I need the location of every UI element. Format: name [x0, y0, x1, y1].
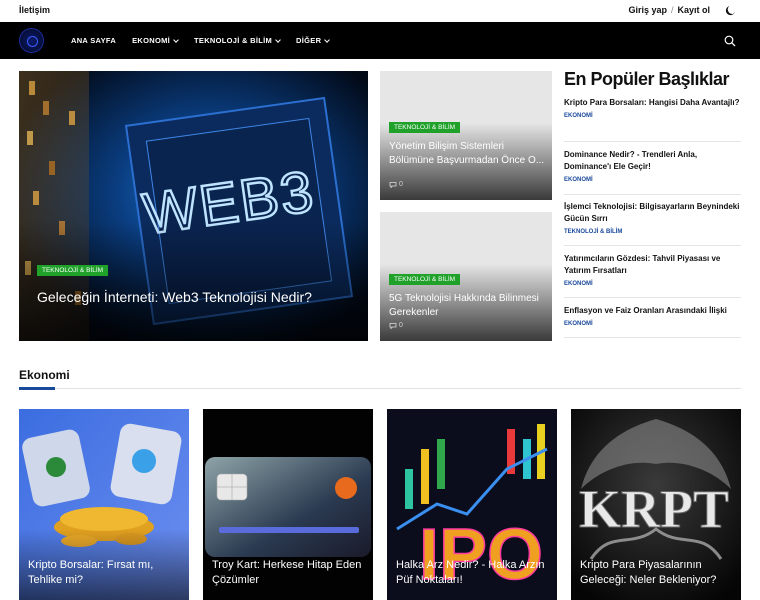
hero-side-title[interactable]: Yönetim Bilişim Sistemleri Bölümüne Başv…: [389, 140, 547, 168]
comment-count: 0: [389, 322, 403, 329]
section-divider: [19, 388, 741, 389]
comment-icon: [389, 181, 397, 188]
nav-item-home[interactable]: ANA SAYFA: [71, 36, 116, 45]
popular-item-title[interactable]: Dominance Nedir? - Trendleri Anla, Domin…: [564, 149, 741, 173]
nav-item-economy[interactable]: EKONOMİ: [132, 36, 179, 45]
top-utility-bar: İletişim Giriş yap / Kayıt ol: [0, 0, 760, 22]
category-badge[interactable]: TEKNOLOJİ & BİLİM: [389, 274, 461, 285]
popular-item[interactable]: Yatırımcıların Gözdesi: Tahvil Piyasası …: [564, 253, 741, 298]
popular-item-title[interactable]: İşlemci Teknolojisi: Bilgisayarların Bey…: [564, 201, 741, 225]
chevron-down-icon: [173, 36, 179, 43]
popular-item-title[interactable]: Yatırımcıların Gözdesi: Tahvil Piyasası …: [564, 253, 741, 277]
nav-item-label: TEKNOLOJİ & BİLİM: [194, 36, 273, 45]
search-icon[interactable]: [724, 35, 736, 47]
comment-icon: [389, 322, 397, 329]
main-menu: ANA SAYFA EKONOMİ TEKNOLOJİ & BİLİM DİĞE…: [71, 22, 345, 59]
popular-item-title[interactable]: Kripto Para Borsaları: Hangisi Daha Avan…: [564, 97, 741, 109]
article-title[interactable]: Kripto Para Piyasalarının Geleceği: Nele…: [580, 558, 732, 588]
popular-item-title[interactable]: Enflasyon ve Faiz Oranları Arasındaki İl…: [564, 305, 741, 317]
article-title[interactable]: Halka Arz Nedir? - Halka Arzın Püf Nokta…: [396, 558, 548, 588]
chevron-down-icon: [324, 36, 331, 43]
chevron-down-icon: [275, 36, 281, 43]
nav-item-other[interactable]: DİĞER: [296, 36, 331, 45]
section-accent: [19, 387, 55, 390]
hero-main-article[interactable]: WEB3 TEKNOLOJİ & BİLİM Geleceğin İnterne…: [19, 71, 368, 341]
popular-section-title: En Popüler Başlıklar: [564, 69, 730, 89]
popular-item-category[interactable]: EKONOMİ: [564, 281, 741, 287]
nav-item-label: ANA SAYFA: [71, 36, 117, 45]
auth-separator: /: [670, 5, 674, 15]
auth-links: Giriş yap / Kayıt ol: [628, 5, 710, 15]
article-image-text: KRPT: [579, 479, 729, 539]
register-link[interactable]: Kayıt ol: [677, 5, 710, 15]
popular-item[interactable]: Dominance Nedir? - Trendleri Anla, Domin…: [564, 149, 741, 195]
moon-icon[interactable]: [725, 5, 736, 16]
article-card[interactable]: Kripto Borsalar: Fırsat mı, Tehlike mi?: [19, 409, 189, 600]
popular-item[interactable]: Kripto Para Borsaları: Hangisi Daha Avan…: [564, 97, 741, 142]
nav-item-tech[interactable]: TEKNOLOJİ & BİLİM: [194, 36, 281, 45]
article-card[interactable]: Troy Kart: Herkese Hitap Eden Çözümler: [203, 409, 373, 600]
main-navbar: ANA SAYFA EKONOMİ TEKNOLOJİ & BİLİM DİĞE…: [0, 22, 760, 59]
article-card[interactable]: KRPT Kripto Para Piyasalarının Geleceği:…: [571, 409, 741, 600]
login-link[interactable]: Giriş yap: [628, 5, 667, 15]
hero-side-article[interactable]: TEKNOLOJİ & BİLİM 5G Teknolojisi Hakkınd…: [380, 212, 552, 341]
hero-side-article[interactable]: TEKNOLOJİ & BİLİM Yönetim Bilişim Sistem…: [380, 71, 552, 200]
popular-item-category[interactable]: EKONOMİ: [564, 321, 741, 327]
popular-item[interactable]: Enflasyon ve Faiz Oranları Arasındaki İl…: [564, 305, 741, 338]
article-card[interactable]: IPO Halka Arz Nedir? - Halka Arzın Püf N…: [387, 409, 557, 600]
nav-item-label: EKONOMİ: [132, 36, 171, 45]
section-title[interactable]: Ekonomi: [19, 368, 70, 382]
popular-item-category[interactable]: EKONOMİ: [564, 177, 741, 183]
category-badge[interactable]: TEKNOLOJİ & BİLİM: [389, 122, 461, 133]
comment-count: 0: [389, 181, 403, 188]
comment-count-value: 0: [399, 322, 403, 329]
site-logo[interactable]: [19, 28, 44, 53]
article-title[interactable]: Kripto Borsalar: Fırsat mı, Tehlike mi?: [28, 558, 180, 588]
popular-item-category[interactable]: EKONOMİ: [564, 113, 741, 119]
category-badge[interactable]: TEKNOLOJİ & BİLİM: [37, 265, 109, 276]
hero-main-title[interactable]: Geleceğin İnterneti: Web3 Teknolojisi Ne…: [37, 288, 357, 306]
comment-count-value: 0: [399, 181, 403, 188]
hero-side-title[interactable]: 5G Teknolojisi Hakkında Bilinmesi Gereke…: [389, 292, 547, 320]
nav-item-label: DİĞER: [296, 36, 322, 45]
popular-item[interactable]: İşlemci Teknolojisi: Bilgisayarların Bey…: [564, 201, 741, 246]
popular-item-category[interactable]: TEKNOLOJİ & BİLİM: [564, 229, 741, 235]
contact-link[interactable]: İletişim: [19, 5, 50, 15]
article-title[interactable]: Troy Kart: Herkese Hitap Eden Çözümler: [212, 558, 364, 588]
